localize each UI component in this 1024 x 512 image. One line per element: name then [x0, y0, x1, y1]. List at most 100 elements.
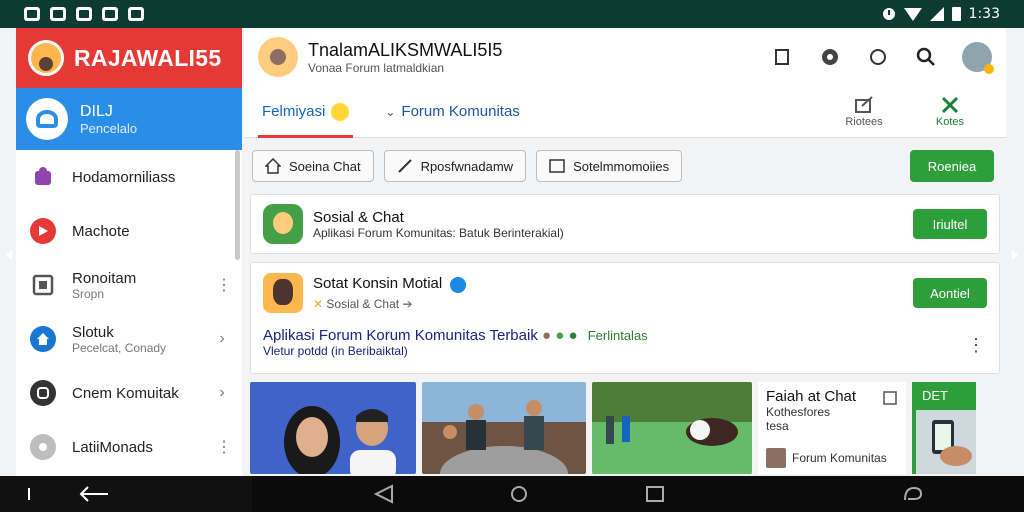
- notification-icon: [76, 7, 92, 21]
- gallery-title: Faiah at Chat: [766, 388, 857, 405]
- post-subtitle: ✕ Sosial & Chat ➔: [313, 297, 903, 311]
- app-logo: [28, 40, 64, 76]
- user-thumb-icon: [766, 448, 786, 468]
- back-icon[interactable]: [372, 484, 394, 504]
- volume-icon[interactable]: [24, 484, 46, 504]
- post-title: Sotat Konsin Motial: [313, 275, 903, 293]
- post-subtitle-text: Sosial & Chat: [326, 296, 400, 311]
- clock: 1:33: [968, 6, 1000, 22]
- post-headline-text: Aplikasi Forum Korum Komunitas Terbaik: [263, 327, 538, 344]
- open-button[interactable]: Aontiel: [913, 278, 987, 308]
- drawer-item-label: LatiiMonads: [72, 438, 153, 456]
- user-avatar-icon: [26, 98, 68, 140]
- drawer-title: RAJAWALI55: [74, 44, 222, 71]
- back-arrow-icon[interactable]: [78, 484, 110, 504]
- card-subtitle: Aplikasi Forum Komunitas: Batuk Berinter…: [313, 225, 564, 240]
- home-circle-icon[interactable]: [508, 484, 530, 504]
- install-button[interactable]: Iriultel: [913, 209, 987, 239]
- smiley-icon: [331, 102, 350, 121]
- tab-label: Forum Komunitas: [401, 103, 520, 120]
- photo-farm[interactable]: [592, 382, 752, 474]
- post-headline: Aplikasi Forum Korum Komunitas Terbaik ●…: [263, 327, 987, 344]
- play-icon: [30, 218, 56, 244]
- tab-action-label: Riotees: [845, 115, 883, 128]
- photo-portrait[interactable]: [250, 382, 416, 474]
- post-card[interactable]: Sotat Konsin Motial ✕ Sosial & Chat ➔ Ao…: [250, 262, 1000, 374]
- drawer-item-label: Hodamorniliass: [72, 168, 176, 186]
- bookmark-icon[interactable]: [882, 390, 898, 406]
- chevron-right-icon: ›: [219, 330, 225, 347]
- photo-group[interactable]: [422, 382, 586, 474]
- post-author-avatar: [263, 273, 303, 313]
- edit-action[interactable]: Riotees: [836, 95, 892, 128]
- notification-icons: [24, 7, 144, 21]
- social-app-icon: [263, 204, 303, 244]
- drawer-item-cnem-komuitak[interactable]: Cnem Komuitak ›: [16, 366, 242, 420]
- roeniea-button[interactable]: Roeniea: [910, 150, 994, 182]
- chip-rposfwnadamw[interactable]: Rposfwnadamw: [383, 150, 527, 182]
- post-tag: Ferlintalas: [587, 328, 648, 343]
- main-content: TnalamALIKSMWALI5I5 Vonaa Forum latmaldk…: [244, 28, 1006, 476]
- assistant-icon[interactable]: [902, 484, 924, 504]
- drawer-scrollbar[interactable]: [235, 150, 240, 260]
- more-vertical-icon[interactable]: ⋮: [216, 437, 232, 457]
- gallery-footer-text: Forum Komunitas: [792, 451, 887, 465]
- drawer-item-label: Cnem Komuitak: [72, 384, 179, 402]
- kotes-action[interactable]: Kotes: [922, 96, 978, 128]
- drawer-item-ronoitam[interactable]: Ronoitam Sropn ⋮: [16, 258, 242, 312]
- community-logo: [258, 37, 298, 77]
- recents-icon[interactable]: [644, 484, 666, 504]
- phone-hand-icon: [916, 410, 976, 474]
- chip-sotelmmomoiies[interactable]: Sotelmmomoiies: [536, 150, 683, 182]
- search-icon[interactable]: [914, 45, 938, 69]
- chip-label: Rposfwnadamw: [420, 158, 514, 174]
- filter-chips: Soeina Chat Rposfwnadamw Sotelmmomoiies …: [244, 138, 1006, 194]
- edge-arrow-icon: [1012, 250, 1018, 260]
- header-actions: [770, 42, 994, 74]
- status-bar: 1:33: [0, 0, 1024, 28]
- more-vertical-icon[interactable]: ⋮: [216, 275, 232, 295]
- gallery-line2: tesa: [766, 419, 789, 433]
- drawer-item-slotuk[interactable]: Slotuk Pecelcat, Conady ›: [16, 312, 242, 366]
- drawer-item-label: Ronoitam: [72, 269, 137, 287]
- tab-bar: Felmiyasi ⌄ Forum Komunitas Riotees Kote…: [244, 86, 1006, 138]
- puzzle-icon: [30, 164, 56, 190]
- wifi-icon: [903, 7, 922, 21]
- gallery-promo-card[interactable]: DET: [912, 382, 976, 474]
- drawer-item-label: Machote: [72, 222, 130, 240]
- gallery-chat-card[interactable]: Faiah at Chat Kothesfores tesa Forum Kom…: [758, 382, 906, 474]
- system-nav-bar: [0, 476, 1024, 512]
- app-header: TnalamALIKSMWALI5I5 Vonaa Forum latmaldk…: [244, 28, 1006, 86]
- profile-avatar[interactable]: [962, 42, 994, 74]
- card-title: Sosial & Chat: [313, 208, 404, 226]
- drawer-item-sub: Sropn: [72, 286, 105, 301]
- cross-icon: ✕: [313, 296, 324, 311]
- chip-soeina-chat[interactable]: Soeina Chat: [252, 150, 374, 182]
- post-title-text: Sotat Konsin Motial: [313, 275, 443, 293]
- drawer-item-hodamorniliass[interactable]: Hodamorniliass: [16, 150, 242, 204]
- bookmark-icon[interactable]: [770, 45, 794, 69]
- nav-right-section: [252, 476, 1024, 512]
- nav-left-section: [0, 476, 252, 512]
- social-chat-card[interactable]: Sosial & Chat Aplikasi Forum Komunitas: …: [250, 194, 1000, 254]
- verified-icon: [450, 276, 467, 293]
- notification-icon: [128, 7, 144, 21]
- drawer-item-machote[interactable]: Machote: [16, 204, 242, 258]
- more-vertical-icon[interactable]: ⋮: [967, 335, 985, 356]
- user-profile-row[interactable]: DILJ Pencelalo: [16, 88, 242, 150]
- gallery-line1: Kothesfores: [766, 405, 831, 419]
- screen: 1:33 RAJAWALI55 DILJ Pencelalo Hodamorni…: [0, 0, 1024, 512]
- info-icon[interactable]: [818, 45, 842, 69]
- drawer-item-latiimonads[interactable]: LatiiMonads ⋮: [16, 420, 242, 474]
- drawer-header: RAJAWALI55: [16, 28, 242, 88]
- status-icons: 1:33: [882, 6, 1000, 22]
- tab-felmiyasi[interactable]: Felmiyasi: [244, 86, 367, 138]
- chip-label: Soeina Chat: [289, 158, 361, 174]
- tab-forum-komunitas[interactable]: ⌄ Forum Komunitas: [367, 86, 537, 138]
- notification-icon: [102, 7, 118, 21]
- tab-action-label: Kotes: [935, 115, 965, 128]
- chat-icon[interactable]: [866, 45, 890, 69]
- tab-label: Felmiyasi: [262, 103, 326, 120]
- drawer-item-label: Slotuk: [72, 323, 114, 341]
- window-icon: [30, 272, 56, 298]
